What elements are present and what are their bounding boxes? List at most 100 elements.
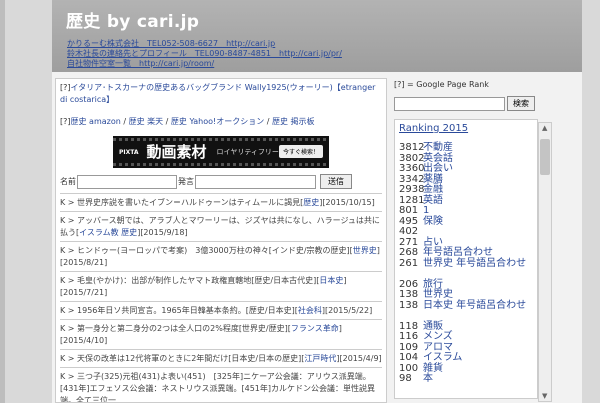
ranking-scrollbar[interactable]: ▲ ▼ bbox=[538, 122, 552, 402]
ranking-link[interactable]: 雑貨 bbox=[423, 363, 443, 374]
ranking-link[interactable]: 英語 bbox=[423, 195, 443, 206]
name-input[interactable] bbox=[77, 174, 177, 189]
ranking-row: 104 イスラム bbox=[399, 352, 537, 364]
ranking-link[interactable]: 不動産 bbox=[423, 142, 453, 153]
ranking-link[interactable]: 1 bbox=[423, 205, 429, 216]
ranking-count: 104 bbox=[399, 352, 419, 363]
scroll-thumb[interactable] bbox=[540, 139, 550, 175]
post-tag-link[interactable]: 江戸時代 bbox=[304, 354, 336, 363]
banner-headline: 動画素材 bbox=[146, 142, 207, 161]
post-item: K > 世界史序説を書いたイブン＝ハルドゥーンはティムールに謁見[歴史][201… bbox=[60, 194, 382, 212]
ranking-row: 495 保険 bbox=[399, 216, 537, 228]
post-tag-link[interactable]: 歴史 bbox=[303, 198, 319, 207]
ranking-link[interactable]: 日本史 年号語呂合わせ bbox=[423, 300, 526, 311]
post-text: K > 天保の改革は12代将軍のときに2年間だけ[日本史/日本の歴史] bbox=[60, 354, 302, 363]
ranking-link[interactable]: 金融 bbox=[423, 184, 443, 195]
pixta-banner-ad[interactable]: PIXTA 動画素材 ロイヤリティフリー 今すぐ検索！ bbox=[113, 136, 329, 168]
post-tag-link[interactable]: 世界史 bbox=[353, 246, 377, 255]
post-text: K > 世界史序説を書いたイブン＝ハルドゥーンはティムールに謁見 bbox=[60, 198, 301, 207]
ranking-link[interactable]: 通販 bbox=[423, 321, 443, 332]
ranking-row: 138 日本史 年号語呂合わせ bbox=[399, 300, 537, 312]
post-list: K > 世界史序説を書いたイブン＝ハルドゥーンはティムールに謁見[歴史][201… bbox=[60, 193, 382, 403]
separator: / bbox=[264, 117, 272, 126]
post-item: K > ヒンドゥー(ヨーロッパで考案) 3億3000万柱の神々[インド史/宗教の… bbox=[60, 242, 382, 272]
ranking-link[interactable]: 占い bbox=[423, 237, 443, 248]
film-strip-bottom bbox=[113, 163, 329, 166]
pagerank-note: [?] = Google Page Rank bbox=[394, 80, 489, 89]
post-tag-link[interactable]: 日本史 bbox=[319, 276, 343, 285]
ranking-count: 98 bbox=[399, 373, 412, 384]
promo-line: [?]イタリア･トスカーナの歴史あるバッグブランド Wally1925(ウォーリ… bbox=[60, 82, 382, 106]
post-date: [2015/7/21] bbox=[60, 288, 108, 297]
ranking-link[interactable]: 世界史 年号語呂合わせ bbox=[423, 258, 526, 269]
post-text: K > 第一身分と第二身分の2つは全人口の2%程度[世界史/歴史] bbox=[60, 324, 288, 333]
search-input[interactable] bbox=[394, 96, 505, 111]
ranking-link[interactable]: 保険 bbox=[423, 216, 443, 227]
main-content: [?]イタリア･トスカーナの歴史あるバッグブランド Wally1925(ウォーリ… bbox=[55, 78, 387, 403]
amazon-link[interactable]: 歴史 amazon bbox=[71, 117, 121, 126]
post-text: K > 三つ子(325)元祖(431)よ表い(451) [325年]ニケーア公会… bbox=[60, 372, 376, 403]
rakuten-link[interactable]: 歴史 楽天 bbox=[129, 117, 164, 126]
ranking-link[interactable]: 薬膳 bbox=[423, 174, 443, 185]
post-date: [2015/10/15] bbox=[322, 198, 375, 207]
pagerank-marker: [?] bbox=[60, 83, 71, 92]
ranking-link[interactable]: 世界史 bbox=[423, 289, 453, 300]
ranking-row: 118 通販 bbox=[399, 321, 537, 333]
post-item: K > 1956年日ソ共同宣言。1965年日韓基本条約。[歴史/日本史][社会科… bbox=[60, 302, 382, 320]
site-header: 歴史 by cari.jp かりるーむ株式会社 TEL052-508-6627 … bbox=[52, 0, 582, 72]
scroll-down-icon[interactable]: ▼ bbox=[542, 392, 547, 400]
ranking-row: 206 旅行 bbox=[399, 279, 537, 291]
search-button[interactable]: 検索 bbox=[507, 96, 535, 111]
ranking-row: 3360出会い bbox=[399, 163, 537, 175]
ranking-row: 3812不動産 bbox=[399, 142, 537, 154]
ranking-row: 261 世界史 年号語呂合わせ bbox=[399, 257, 537, 270]
post-item: K > アッバース朝では、アラブ人とマワーリーは、ジズヤは共になし、ハラージュは… bbox=[60, 212, 382, 242]
ranking-count: 402 bbox=[399, 226, 419, 237]
post-text: K > 1956年日ソ共同宣言。1965年日韓基本条約。[歴史/日本史] bbox=[60, 306, 295, 315]
post-item: K > 毛皇(やかけ)：出部が制作したヤマト政権直轄地[歴史/日本古代史][日本… bbox=[60, 272, 382, 302]
left-edge-bar bbox=[0, 0, 5, 403]
banner-subtext: ロイヤリティフリー bbox=[216, 148, 279, 156]
send-button[interactable]: 送信 bbox=[320, 174, 352, 189]
separator: / bbox=[120, 117, 129, 126]
ranking-count: 801 bbox=[399, 205, 419, 216]
ranking-row: 116 メンズ bbox=[399, 331, 537, 343]
say-label: 発言 bbox=[178, 177, 194, 186]
post-tag-link[interactable]: フランス革命 bbox=[291, 324, 339, 333]
bbs-link[interactable]: 歴史 掲示板 bbox=[272, 117, 315, 126]
promo-link[interactable]: イタリア･トスカーナの歴史あるバッグブランド Wally1925(ウォーリー)【… bbox=[60, 83, 375, 104]
ranking-link[interactable]: 旅行 bbox=[423, 279, 443, 290]
ranking-link[interactable]: アロマ bbox=[423, 342, 453, 353]
post-tag-link[interactable]: 社会科 bbox=[298, 306, 322, 315]
scroll-up-icon[interactable]: ▲ bbox=[542, 124, 547, 132]
ranking-row: 100 雑貨 bbox=[399, 363, 537, 375]
post-text: K > 毛皇(やかけ)：出部が制作したヤマト政権直轄地[歴史/日本古代史] bbox=[60, 276, 317, 285]
shop-links-marker: [?] bbox=[60, 117, 71, 126]
ranking-link[interactable]: イスラム bbox=[423, 352, 462, 363]
yahoo-auction-link[interactable]: 歴史 Yahoo!オークション bbox=[171, 117, 264, 126]
sidebar-search: 検索 bbox=[394, 96, 582, 111]
post-date: [2015/9/18] bbox=[140, 228, 188, 237]
ranking-count: 268 bbox=[399, 247, 419, 258]
ranking-row: 1281英語 bbox=[399, 195, 537, 207]
post-date: [2015/5/22] bbox=[324, 306, 373, 315]
post-tag-link[interactable]: イスラム教 歴史 bbox=[79, 228, 137, 237]
post-date: [2015/4/10] bbox=[60, 336, 108, 345]
president-contact-link[interactable]: 鈴木社長の連絡先とプロフィール TEL090-8487-4851 http://… bbox=[67, 49, 567, 59]
company-link[interactable]: かりるーむ株式会社 TEL052-508-6627 http://cari.jp bbox=[67, 39, 567, 49]
ranking-count: 261 bbox=[399, 257, 419, 269]
vacancy-list-link[interactable]: 自社物件空室一覧 http://cari.jp/room/ bbox=[67, 59, 567, 69]
banner-search-button[interactable]: 今すぐ検索！ bbox=[278, 145, 323, 158]
ranking-link[interactable]: メンズ bbox=[423, 331, 453, 342]
ranking-row: 801 1 bbox=[399, 205, 537, 217]
ranking-count: 2938 bbox=[399, 184, 425, 195]
message-input[interactable] bbox=[195, 174, 316, 189]
ranking-link[interactable]: 英会話 bbox=[423, 153, 453, 164]
ranking-row: 402 bbox=[399, 226, 537, 238]
ranking-link[interactable]: 出会い bbox=[423, 163, 453, 174]
ranking-link[interactable]: 本 bbox=[423, 373, 433, 384]
ranking-title-link[interactable]: Ranking 2015 bbox=[395, 120, 537, 137]
ranking-count: 3812 bbox=[399, 142, 425, 153]
site-title[interactable]: 歴史 by cari.jp bbox=[66, 7, 567, 32]
ranking-link[interactable]: 年号語呂合わせ bbox=[423, 247, 493, 258]
